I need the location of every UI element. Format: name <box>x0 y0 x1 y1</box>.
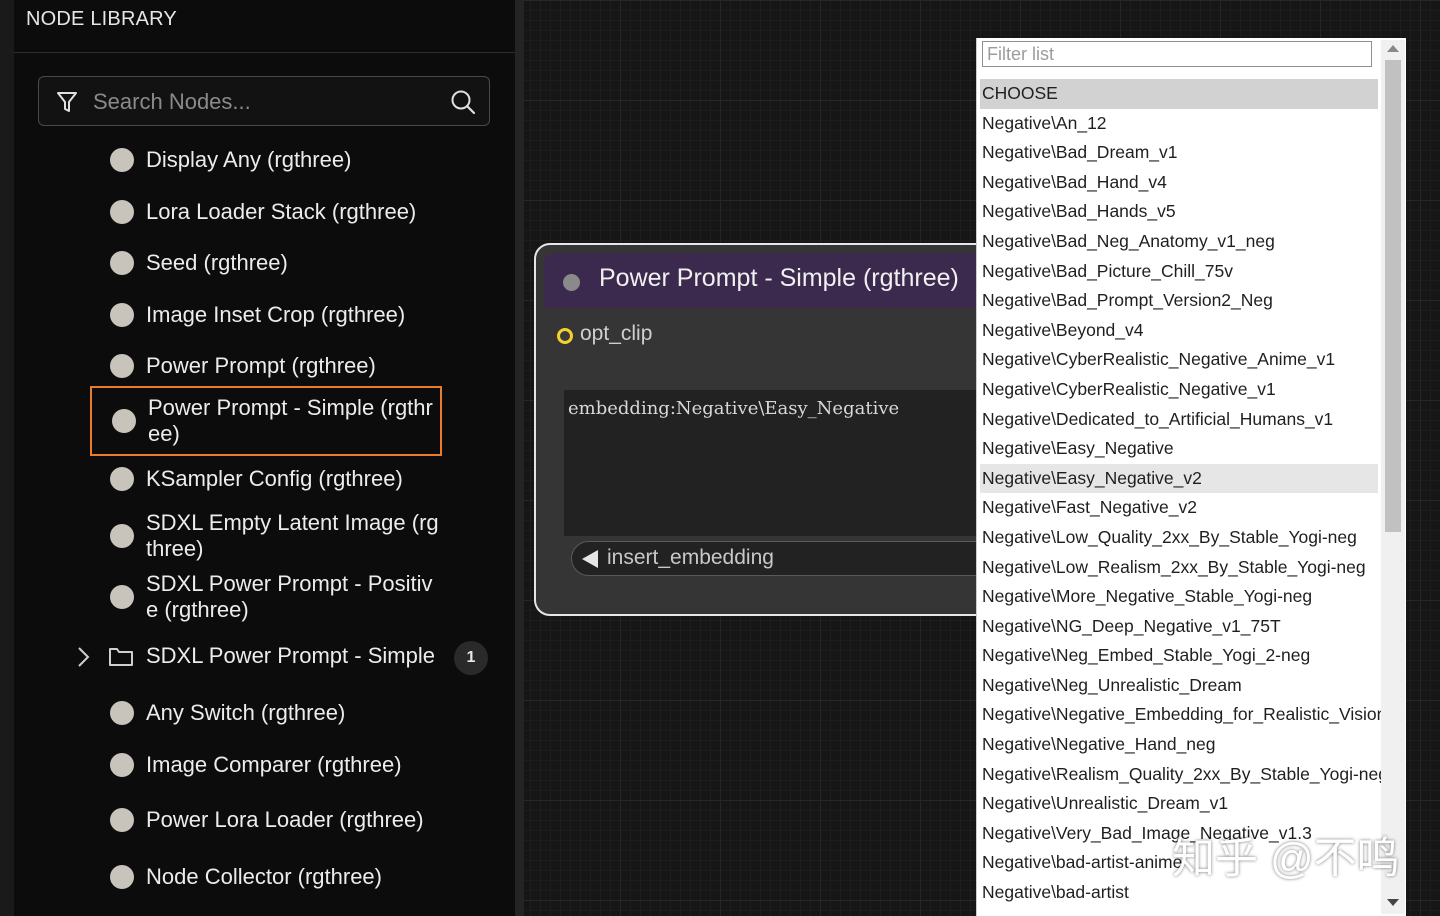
dropdown-option[interactable]: Negative\Negative_Hand_neg <box>980 730 1378 760</box>
dropdown-option[interactable]: Negative\Bad_Hand_v4 <box>980 168 1378 198</box>
node-item-label: Lora Loader Stack (rgthree) <box>146 199 417 224</box>
left-arrow-icon[interactable] <box>582 550 598 568</box>
opt-clip-input-slot[interactable] <box>557 328 573 344</box>
node-dot-icon <box>112 409 136 433</box>
prompt-textarea[interactable]: embedding:Negative\Easy_Negative <box>564 390 1004 536</box>
node-list-item[interactable]: SDXL Power Prompt - Simple <box>90 628 442 684</box>
dropdown-option[interactable]: Negative\Bad_Dream_v1 <box>980 138 1378 168</box>
dropdown-option[interactable]: Negative\An_12 <box>980 109 1378 139</box>
dropdown-option[interactable]: Negative\Fast_Negative_v2 <box>980 493 1378 523</box>
node-list-item[interactable]: Image Comparer (rgthree) <box>90 749 442 781</box>
node-list-item[interactable]: SDXL Power Prompt - Positive (rgthree) <box>90 569 442 625</box>
node-dot-icon <box>110 251 134 275</box>
node-list-item[interactable]: Lora Loader Stack (rgthree) <box>90 196 442 228</box>
node-dot-icon <box>110 524 134 548</box>
node-list-item[interactable]: KSampler Config (rgthree) <box>90 463 442 495</box>
node-item-label: Image Inset Crop (rgthree) <box>146 302 406 327</box>
node-list-item[interactable]: Power Prompt (rgthree) <box>90 350 442 382</box>
dropdown-option[interactable]: Negative\More_Negative_Stable_Yogi-neg <box>980 582 1378 612</box>
node-list-item[interactable]: SDXL Empty Latent Image (rgthree) <box>90 508 442 564</box>
node-title: Power Prompt - Simple (rgthree) <box>599 264 959 292</box>
dropdown-option[interactable]: Negative\Easy_Negative <box>980 434 1378 464</box>
node-list-item[interactable]: Any Switch (rgthree) <box>90 697 442 729</box>
opt-clip-label: opt_clip <box>580 322 653 345</box>
insert-embedding-combo[interactable]: insert_embedding <box>571 541 1011 576</box>
node-list-item[interactable]: Power Lora Loader (rgthree) <box>90 792 442 848</box>
node-list-item[interactable]: Image Inset Crop (rgthree) <box>90 299 442 331</box>
node-item-label: Display Any (rgthree) <box>146 147 352 172</box>
dropdown-option[interactable]: Negative\Low_Realism_2xx_By_Stable_Yogi-… <box>980 553 1378 583</box>
node-dot-icon <box>110 865 134 889</box>
node-list-item[interactable]: Seed (rgthree) <box>90 247 442 279</box>
node-item-label: Power Lora Loader (rgthree) <box>146 807 424 832</box>
node-library-panel: NODE LIBRARY Display Any (rgthree) Lora L… <box>0 0 515 916</box>
search-box[interactable] <box>38 76 490 126</box>
node-item-label: Image Comparer (rgthree) <box>146 752 402 777</box>
dropdown-option[interactable]: Negative\Beyond_v4 <box>980 316 1378 346</box>
folder-icon <box>109 648 133 666</box>
node-dot-icon <box>110 467 134 491</box>
node-dot-icon <box>110 753 134 777</box>
node-item-label: Node Collector (rgthree) <box>146 864 382 889</box>
node-item-label: SDXL Power Prompt - Positive (rgthree) <box>146 571 433 622</box>
node-dot-icon <box>110 701 134 725</box>
dropdown-option[interactable]: Negative\Neg_Unrealistic_Dream <box>980 671 1378 701</box>
node-dot-icon <box>110 148 134 172</box>
dropdown-option[interactable]: Negative\Bad_Prompt_Version2_Neg <box>980 286 1378 316</box>
embedding-dropdown[interactable]: CHOOSENegative\An_12Negative\Bad_Dream_v… <box>976 38 1406 916</box>
filter-list-input[interactable] <box>982 41 1372 67</box>
search-nodes-input[interactable] <box>91 84 435 120</box>
node-dot-icon <box>110 354 134 378</box>
item-count-badge: 1 <box>454 641 488 675</box>
scroll-down-icon[interactable] <box>1387 899 1399 906</box>
dropdown-option[interactable]: Negative\Bad_Neg_Anatomy_v1_neg <box>980 227 1378 257</box>
dropdown-option[interactable]: CHOOSE <box>980 79 1378 109</box>
node-dot-icon <box>110 303 134 327</box>
dropdown-option[interactable]: Negative\Neg_Embed_Stable_Yogi_2-neg <box>980 641 1378 671</box>
node-header[interactable]: Power Prompt - Simple (rgthree) <box>544 253 1012 308</box>
watermark: 知乎 @不鸣 <box>1172 835 1400 883</box>
dropdown-scrollbar[interactable] <box>1381 40 1405 914</box>
dropdown-option[interactable]: Negative\Bad_Picture_Chill_75v <box>980 257 1378 287</box>
node-list-item[interactable]: Power Prompt - Simple (rgthree) <box>90 386 442 456</box>
dropdown-option[interactable]: Negative\Negative_Embedding_for_Realisti… <box>980 700 1386 730</box>
node-item-label: Power Prompt - Simple (rgthree) <box>148 395 433 446</box>
panel-splitter[interactable] <box>515 0 524 916</box>
dropdown-option[interactable]: Negative\Bad_Hands_v5 <box>980 197 1378 227</box>
search-icon[interactable] <box>450 89 476 115</box>
scroll-up-icon[interactable] <box>1387 45 1399 52</box>
chevron-right-icon[interactable] <box>76 646 92 668</box>
activity-rail <box>0 0 14 916</box>
combo-label: insert_embedding <box>607 546 774 569</box>
dropdown-option[interactable]: Negative\Dedicated_to_Artificial_Humans_… <box>980 405 1378 435</box>
dropdown-option[interactable]: Negative\NG_Deep_Negative_v1_75T <box>980 612 1378 642</box>
option-list: CHOOSE Negative\An_12 Negative\Bad_Dream_v… <box>980 79 1388 908</box>
filter-icon[interactable] <box>56 90 78 114</box>
node-item-label: Power Prompt (rgthree) <box>146 353 376 378</box>
divider <box>14 52 515 53</box>
node-dot-icon <box>110 585 134 609</box>
dropdown-option[interactable]: Negative\CyberRealistic_Negative_v1 <box>980 375 1378 405</box>
dropdown-option[interactable]: Negative\Realism_Quality_2xx_By_Stable_Y… <box>980 760 1388 790</box>
dropdown-option[interactable]: Negative\Unrealistic_Dream_v1 <box>980 789 1378 819</box>
node-dot-icon <box>110 200 134 224</box>
dropdown-option[interactable]: Negative\CyberRealistic_Negative_Anime_v… <box>980 345 1378 375</box>
node-list-item[interactable]: Node Collector (rgthree) <box>90 861 442 893</box>
panel-title: NODE LIBRARY <box>26 8 177 30</box>
node-item-label: SDXL Empty Latent Image (rgthree) <box>146 510 439 561</box>
dropdown-option[interactable]: Negative\Low_Quality_2xx_By_Stable_Yogi-… <box>980 523 1378 553</box>
node-item-label: KSampler Config (rgthree) <box>146 466 403 491</box>
scrollbar-thumb[interactable] <box>1385 60 1401 532</box>
node-item-label: Seed (rgthree) <box>146 250 288 275</box>
power-prompt-simple-node[interactable]: Power Prompt - Simple (rgthree) opt_clip… <box>534 243 1014 616</box>
dropdown-option[interactable]: Negative\Easy_Negative_v2 <box>980 463 1378 494</box>
node-dot-icon <box>110 808 134 832</box>
node-item-label: Any Switch (rgthree) <box>146 700 346 725</box>
node-collapse-dot[interactable] <box>563 274 580 291</box>
node-list-item[interactable]: Display Any (rgthree) <box>90 144 442 176</box>
node-item-label: SDXL Power Prompt - Simple <box>146 643 435 668</box>
